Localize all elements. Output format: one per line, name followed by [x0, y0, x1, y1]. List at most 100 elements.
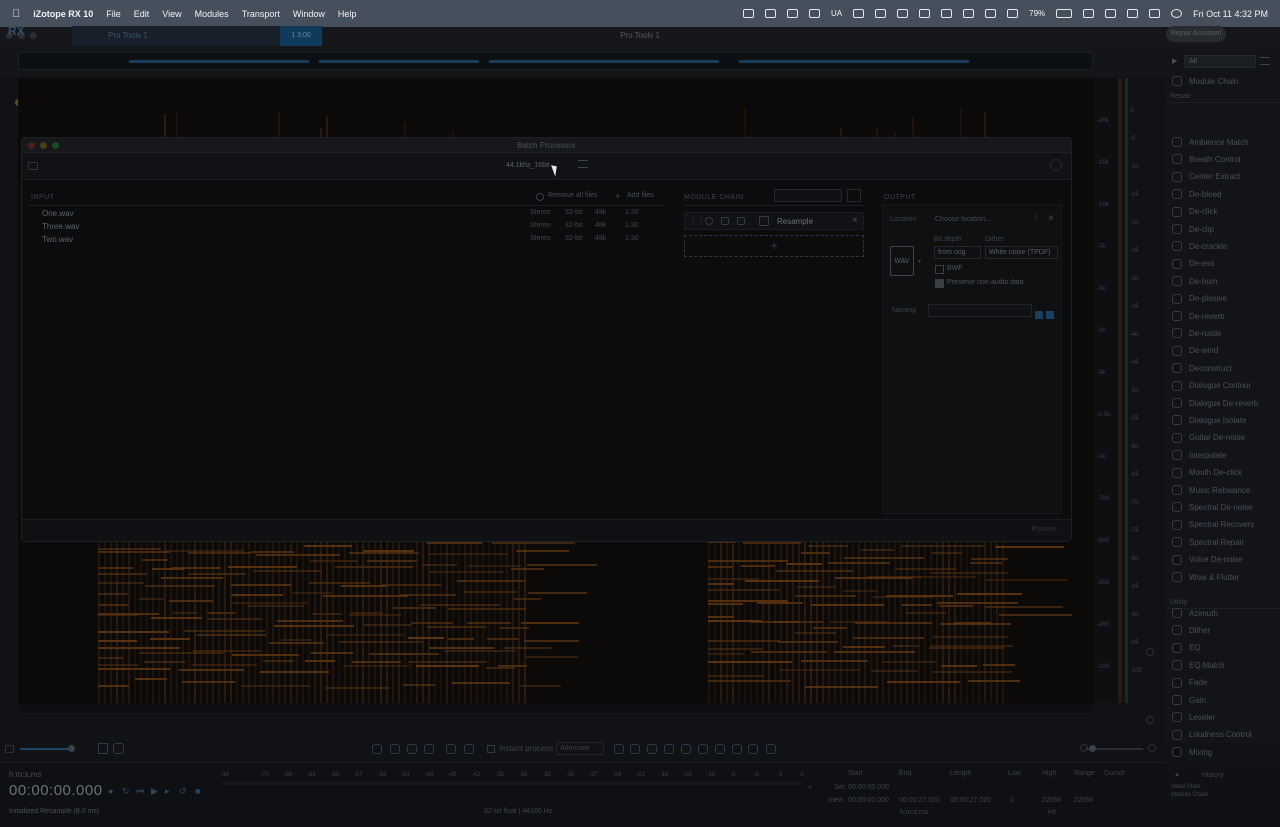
menu-window[interactable]: Window [293, 9, 325, 19]
sidebar-item-spectral-recovery[interactable]: Spectral Recovery [1166, 517, 1280, 533]
remove-all-files-button[interactable]: Remove all files [548, 192, 597, 199]
sidebar-item-guitar-de-noise[interactable]: Guitar De-noise [1166, 430, 1280, 446]
wav-format-icon[interactable]: WAV [890, 246, 914, 276]
play-selection-icon[interactable]: ▸ [165, 786, 170, 797]
battery-icon[interactable] [1056, 9, 1073, 18]
sidebar-item-breath-control[interactable]: Breath Control [1166, 151, 1280, 167]
zoom-out-vertical-icon[interactable] [1146, 716, 1154, 724]
sidebar-item-de-reverb[interactable]: De-reverb [1166, 308, 1280, 324]
sidebar-item-mouth-de-click[interactable]: Mouth De-click [1166, 465, 1280, 481]
view-range-field[interactable]: 22050 [1074, 797, 1093, 804]
attenuate-select[interactable]: Attenuate [556, 742, 604, 755]
comments-icon[interactable] [113, 743, 124, 754]
folder-icon[interactable] [28, 162, 38, 170]
sidebar-item-de-plosive[interactable]: De-plosive [1166, 291, 1280, 307]
location-clear-icon[interactable]: × [1048, 213, 1054, 224]
history-collapse-icon[interactable]: ▲ [1174, 772, 1180, 778]
bluetooth-icon[interactable] [919, 9, 931, 18]
zoom-in-icon[interactable] [372, 744, 382, 754]
sidebar-item-de-hum[interactable]: De-hum [1166, 273, 1280, 289]
view-length-field[interactable]: 00:00:27.020 [950, 797, 991, 804]
sidebar-expand-icon[interactable]: ▶ [1172, 57, 1177, 65]
naming-field[interactable] [928, 304, 1032, 317]
file-tab-active[interactable]: 1 3:00 [280, 26, 322, 46]
dialog-close-button[interactable] [28, 142, 35, 149]
menu-view[interactable]: View [162, 9, 181, 19]
bit-depth-select[interactable]: from orig [934, 246, 981, 259]
find-similar-icon[interactable] [732, 744, 742, 754]
zoom-in-icon[interactable] [1148, 744, 1156, 752]
time-format-select[interactable]: h:m:s.ms [9, 770, 41, 779]
sidebar-item-deconstruct[interactable]: Deconstruct [1166, 360, 1280, 376]
sidebar-item-de-click[interactable]: De-click [1166, 204, 1280, 220]
power-icon[interactable] [705, 217, 713, 225]
loop-icon[interactable]: ↻ [122, 786, 130, 797]
speaker-icon[interactable] [5, 745, 14, 753]
time-frequency-select-icon[interactable] [647, 744, 657, 754]
menu-file[interactable]: File [106, 9, 121, 19]
record-icon[interactable]: ● [108, 786, 113, 796]
display-icon[interactable] [941, 9, 953, 18]
sidebar-item-spectral-repair[interactable]: Spectral Repair [1166, 534, 1280, 550]
playback-mode-icon[interactable]: ■ [195, 786, 200, 796]
view-end-field[interactable]: 00:00:27.020 [899, 797, 940, 804]
format-chevron-icon[interactable]: ▾ [918, 258, 921, 265]
sidebar-item-dialogue-de-reverb[interactable]: Dialogue De-reverb [1166, 395, 1280, 411]
user-icon[interactable] [985, 9, 997, 18]
sidebar-item-de-bleed[interactable]: De-bleed [1166, 186, 1280, 202]
history-item[interactable]: Initial State [1171, 784, 1201, 790]
menu-modules[interactable]: Modules [195, 9, 229, 19]
sidebar-item-dialogue-contour[interactable]: Dialogue Contour [1166, 378, 1280, 394]
time-select-icon[interactable] [614, 744, 624, 754]
file-row[interactable]: Two.wav Stereo 32-bit 48k 1:30 [28, 233, 664, 246]
module-filter-select[interactable]: All [1184, 55, 1256, 68]
sidebar-item-center-extract[interactable]: Center Extract [1166, 169, 1280, 185]
battery-percent[interactable]: 79% [1029, 9, 1045, 18]
sidebar-item-de-ess[interactable]: De-ess [1166, 256, 1280, 272]
preserve-metadata-checkbox[interactable] [935, 279, 944, 288]
brush-icon[interactable] [681, 744, 691, 754]
sidebar-item-gain[interactable]: Gain [1166, 692, 1280, 708]
zoom-fit-icon[interactable] [424, 744, 434, 754]
zoom-selection-icon[interactable] [407, 744, 417, 754]
sidebar-item-interpolate[interactable]: Interpolate [1166, 447, 1280, 463]
sidebar-item-de-crackle[interactable]: De-crackle [1166, 238, 1280, 254]
sidebar-item-de-clip[interactable]: De-clip [1166, 221, 1280, 237]
process-button[interactable]: Process [1022, 523, 1066, 537]
keyboard-icon[interactable] [897, 9, 909, 18]
sync-icon[interactable] [853, 9, 865, 18]
file-tab[interactable]: Pro Tools 1 [72, 26, 282, 46]
meter-collapse-icon[interactable]: « [808, 784, 812, 791]
preset-menu-icon[interactable] [578, 160, 588, 168]
view-start-field[interactable]: 00:00:00.000 [848, 797, 889, 804]
remove-module-icon[interactable]: × [852, 215, 858, 226]
sidebar-item-leveler[interactable]: Leveler [1166, 709, 1280, 725]
location-field[interactable]: Choose location... [932, 214, 1036, 226]
module-chain-item[interactable]: ⋮⋮ Resample × [684, 212, 864, 230]
calendar-icon[interactable] [765, 9, 776, 18]
view-high-field[interactable]: 22050 [1042, 797, 1061, 804]
sidebar-item-music-rebalance[interactable]: Music Rebalance [1166, 482, 1280, 498]
location-stepper-icon[interactable]: ↕ [1034, 214, 1038, 221]
drag-handle-icon[interactable]: ⋮⋮ [689, 217, 705, 226]
preset-select[interactable]: 44.1khz_16bit [506, 162, 550, 169]
play-icon[interactable] [1007, 9, 1019, 18]
menubar-clock[interactable]: Fri Oct 11 4:32 PM [1193, 9, 1268, 19]
sidebar-item-fade[interactable]: Fade [1166, 675, 1280, 691]
hand-tool-icon[interactable] [464, 744, 474, 754]
add-module-slot[interactable]: + [684, 235, 864, 257]
sidebar-item-loudness-control[interactable]: Loudness Control [1166, 727, 1280, 743]
sidebar-item-dither[interactable]: Dither [1166, 622, 1280, 638]
sidebar-item-ambience-match[interactable]: Ambience Match [1166, 134, 1280, 150]
zoom-slider-thumb[interactable] [1089, 745, 1096, 752]
file-row[interactable]: Three.wav Stereo 32-bit 48k 1:30 [28, 220, 664, 233]
lasso-icon[interactable] [664, 744, 674, 754]
volume-icon[interactable] [963, 9, 975, 18]
help-icon[interactable] [1050, 159, 1062, 171]
zoom-in-vertical-icon[interactable] [1146, 648, 1154, 656]
sidebar-item-azimuth[interactable]: Azimuth [1166, 605, 1280, 621]
menu-help[interactable]: Help [338, 9, 357, 19]
zoom-tool-icon[interactable] [446, 744, 456, 754]
volume-slider[interactable] [20, 748, 72, 750]
file-row[interactable]: One.wav Stereo 32-bit 48k 1:30 [28, 207, 664, 220]
